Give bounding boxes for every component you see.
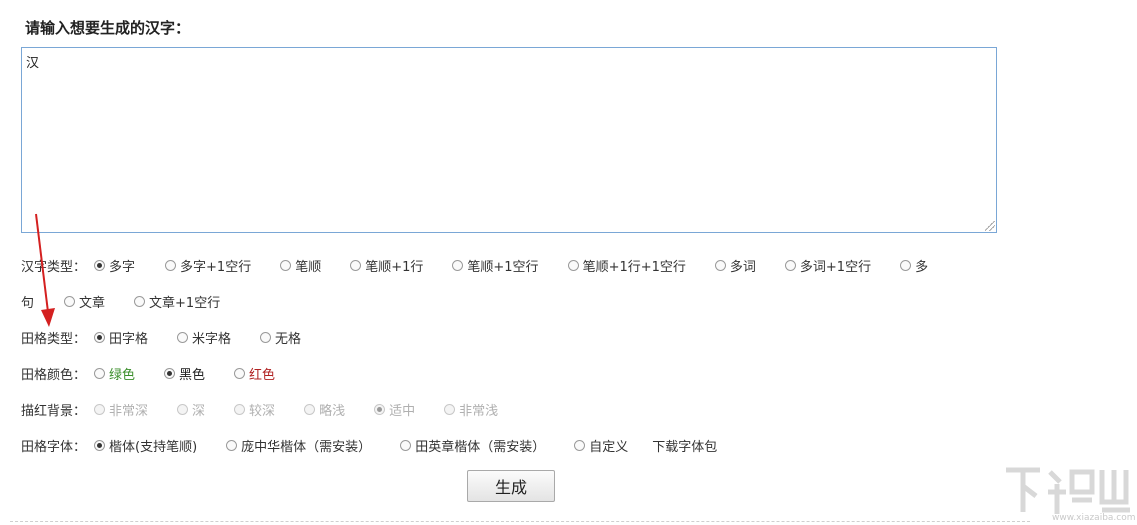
grid-color-label: 田格颜色：: [21, 367, 87, 383]
radio-icon[interactable]: [400, 439, 412, 451]
grid-font-opt-3[interactable]: 田英章楷体（需安装）: [400, 436, 545, 455]
download-font-link[interactable]: 下载字体包: [652, 436, 717, 455]
radio-icon[interactable]: [714, 259, 726, 271]
radio-icon[interactable]: [350, 259, 362, 271]
radio-icon[interactable]: [94, 403, 106, 415]
trace-bg-row: 描红背景： 非常深 深 较深 略浅 适中 非常浅: [21, 399, 498, 419]
grid-font-opt-4[interactable]: 自定义: [574, 436, 628, 455]
char-type-wrap-text: 句: [21, 295, 35, 311]
radio-icon[interactable]: [444, 403, 456, 415]
trace-bg-opt-1[interactable]: 非常深: [94, 400, 148, 419]
char-type-opt-3[interactable]: 笔顺: [280, 256, 321, 275]
divider: [10, 521, 1030, 522]
radio-checked-icon[interactable]: [94, 331, 106, 343]
page-heading: 请输入想要生成的汉字：: [25, 19, 191, 37]
grid-color-opt-red[interactable]: 红色: [234, 364, 275, 383]
generate-button[interactable]: 生成: [467, 470, 555, 502]
grid-type-opt-3[interactable]: 无格: [260, 328, 301, 347]
char-type-opt-6[interactable]: 笔顺+1行+1空行: [567, 256, 686, 275]
watermark-site-text: www.xiazaiba.com: [1052, 513, 1136, 523]
radio-icon[interactable]: [304, 403, 316, 415]
grid-type-label: 田格类型：: [21, 331, 87, 347]
char-type-opt-9[interactable]: 多: [900, 256, 928, 275]
char-type-opt-1[interactable]: 多字: [94, 256, 135, 275]
char-type-row: 汉字类型： 多字 多字+1空行 笔顺 笔顺+1行 笔顺+1空行 笔顺+1行+1空…: [21, 255, 928, 275]
char-type-opt-2[interactable]: 多字+1空行: [165, 256, 251, 275]
grid-font-opt-1[interactable]: 楷体(支持笔顺): [94, 436, 197, 455]
grid-type-opt-2[interactable]: 米字格: [177, 328, 231, 347]
radio-icon[interactable]: [567, 259, 579, 271]
radio-checked-icon[interactable]: [94, 259, 106, 271]
char-type-opt-5[interactable]: 笔顺+1空行: [452, 256, 539, 275]
radio-icon[interactable]: [234, 367, 246, 379]
hanzi-input[interactable]: 汉: [21, 47, 997, 233]
radio-icon[interactable]: [452, 259, 464, 271]
trace-bg-opt-6[interactable]: 非常浅: [444, 400, 498, 419]
char-type-row-cont: 句 文章 文章+1空行: [21, 291, 220, 311]
char-type-opt-4[interactable]: 笔顺+1行: [350, 256, 423, 275]
grid-type-opt-1[interactable]: 田字格: [94, 328, 148, 347]
radio-icon[interactable]: [134, 295, 146, 307]
grid-font-opt-2[interactable]: 庞中华楷体（需安装）: [226, 436, 371, 455]
radio-icon[interactable]: [280, 259, 292, 271]
radio-icon[interactable]: [226, 439, 238, 451]
radio-icon[interactable]: [64, 295, 76, 307]
char-type-opt-7[interactable]: 多词: [714, 256, 756, 275]
radio-checked-icon[interactable]: [374, 403, 386, 415]
trace-bg-opt-2[interactable]: 深: [177, 400, 205, 419]
radio-icon[interactable]: [784, 259, 796, 271]
radio-checked-icon[interactable]: [94, 439, 106, 451]
grid-type-row: 田格类型： 田字格 米字格 无格: [21, 327, 301, 347]
radio-icon[interactable]: [177, 331, 189, 343]
radio-icon[interactable]: [165, 259, 177, 271]
radio-icon[interactable]: [177, 403, 189, 415]
trace-bg-opt-5[interactable]: 适中: [374, 400, 415, 419]
trace-bg-opt-3[interactable]: 较深: [234, 400, 275, 419]
grid-color-opt-black[interactable]: 黑色: [164, 364, 205, 383]
radio-icon[interactable]: [94, 367, 106, 379]
trace-bg-opt-4[interactable]: 略浅: [304, 400, 345, 419]
radio-icon[interactable]: [260, 331, 272, 343]
grid-font-label: 田格字体：: [21, 439, 87, 455]
trace-bg-label: 描红背景：: [21, 403, 87, 419]
radio-icon[interactable]: [574, 439, 586, 451]
grid-font-row: 田格字体： 楷体(支持笔顺) 庞中华楷体（需安装） 田英章楷体（需安装） 自定义…: [21, 435, 717, 455]
char-type-label: 汉字类型：: [21, 259, 87, 275]
char-type-opt-article[interactable]: 文章: [64, 292, 105, 311]
char-type-opt-8[interactable]: 多词+1空行: [784, 256, 871, 275]
char-type-opt-article-blank[interactable]: 文章+1空行: [134, 292, 220, 311]
radio-icon[interactable]: [900, 259, 912, 271]
grid-color-opt-green[interactable]: 绿色: [94, 364, 135, 383]
radio-checked-icon[interactable]: [164, 367, 176, 379]
grid-color-row: 田格颜色： 绿色 黑色 红色: [21, 363, 275, 383]
radio-icon[interactable]: [234, 403, 246, 415]
